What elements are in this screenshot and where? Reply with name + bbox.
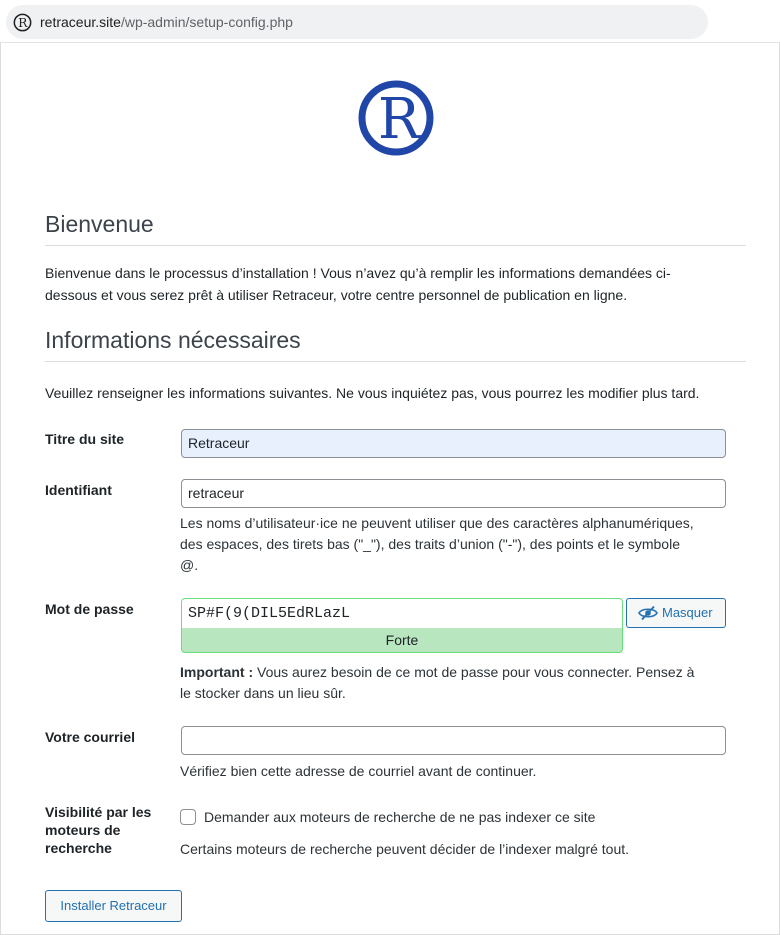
username-help-line: Les noms d’utilisateur·ice ne peuvent ut… bbox=[180, 515, 694, 531]
username-help: Les noms d’utilisateur·ice ne peuvent ut… bbox=[180, 513, 740, 576]
site-favicon-icon: R bbox=[13, 13, 32, 32]
hide-password-button[interactable]: Masquer bbox=[626, 598, 726, 628]
welcome-text: Bienvenue dans le processus d’installati… bbox=[45, 262, 755, 306]
welcome-text-line: Bienvenue dans le processus d’installati… bbox=[45, 265, 671, 281]
url-path: /wp-admin/setup-config.php bbox=[120, 14, 293, 30]
svg-text:R: R bbox=[378, 87, 422, 152]
password-input[interactable]: SP#F(9(DIL5EdRLazL bbox=[181, 598, 623, 628]
info-intro: Veuillez renseigner les informations sui… bbox=[45, 385, 700, 401]
password-label: Mot de passe bbox=[45, 601, 134, 617]
important-text-line: le stocker dans un lieu sûr. bbox=[180, 685, 346, 701]
eye-slash-icon bbox=[638, 605, 658, 621]
important-label: Important : bbox=[180, 664, 254, 680]
welcome-heading: Bienvenue bbox=[45, 211, 154, 237]
password-important-note: Important : Vous aurez besoin de ce mot … bbox=[180, 662, 740, 704]
divider bbox=[45, 245, 746, 246]
important-text: Vous aurez besoin de ce mot de passe pou… bbox=[253, 664, 695, 680]
site-title-label: Titre du site bbox=[45, 431, 125, 447]
address-bar[interactable]: R retraceur.site/wp-admin/setup-config.p… bbox=[6, 5, 708, 39]
username-help-line: des espaces, des tirets bas ("_"), des t… bbox=[180, 536, 680, 552]
password-strength-meter: Forte bbox=[181, 628, 623, 653]
install-button[interactable]: Installer Retraceur bbox=[45, 890, 182, 922]
site-title-input[interactable]: Retraceur bbox=[181, 429, 726, 458]
divider bbox=[45, 361, 746, 362]
email-label: Votre courriel bbox=[45, 729, 135, 745]
required-info-heading: Informations nécessaires bbox=[45, 327, 301, 353]
svg-text:R: R bbox=[18, 16, 28, 30]
hide-password-label: Masquer bbox=[662, 605, 713, 620]
retraceur-logo-icon[interactable]: R bbox=[355, 78, 437, 160]
discourage-search-label[interactable]: Demander aux moteurs de recherche de ne … bbox=[204, 807, 595, 828]
email-help: Vérifiez bien cette adresse de courriel … bbox=[180, 763, 537, 779]
url-text: retraceur.site/wp-admin/setup-config.php bbox=[40, 14, 293, 30]
url-host: retraceur.site bbox=[40, 14, 121, 30]
email-input[interactable] bbox=[181, 726, 726, 755]
username-help-line: @. bbox=[180, 557, 199, 573]
discourage-search-checkbox[interactable] bbox=[180, 809, 196, 825]
welcome-text-line: dessous et vous serez prêt à utiliser Re… bbox=[45, 287, 628, 303]
visibility-label-line: Visibilité par les bbox=[45, 804, 152, 820]
visibility-label-line: recherche bbox=[45, 840, 112, 856]
browser-toolbar: R retraceur.site/wp-admin/setup-config.p… bbox=[0, 0, 780, 43]
visibility-help: Certains moteurs de recherche peuvent dé… bbox=[180, 841, 630, 857]
visibility-label: Visibilité par les moteurs de recherche bbox=[45, 803, 151, 857]
username-label: Identifiant bbox=[45, 482, 112, 498]
username-input[interactable]: retraceur bbox=[181, 479, 726, 508]
visibility-label-line: moteurs de bbox=[45, 822, 121, 838]
